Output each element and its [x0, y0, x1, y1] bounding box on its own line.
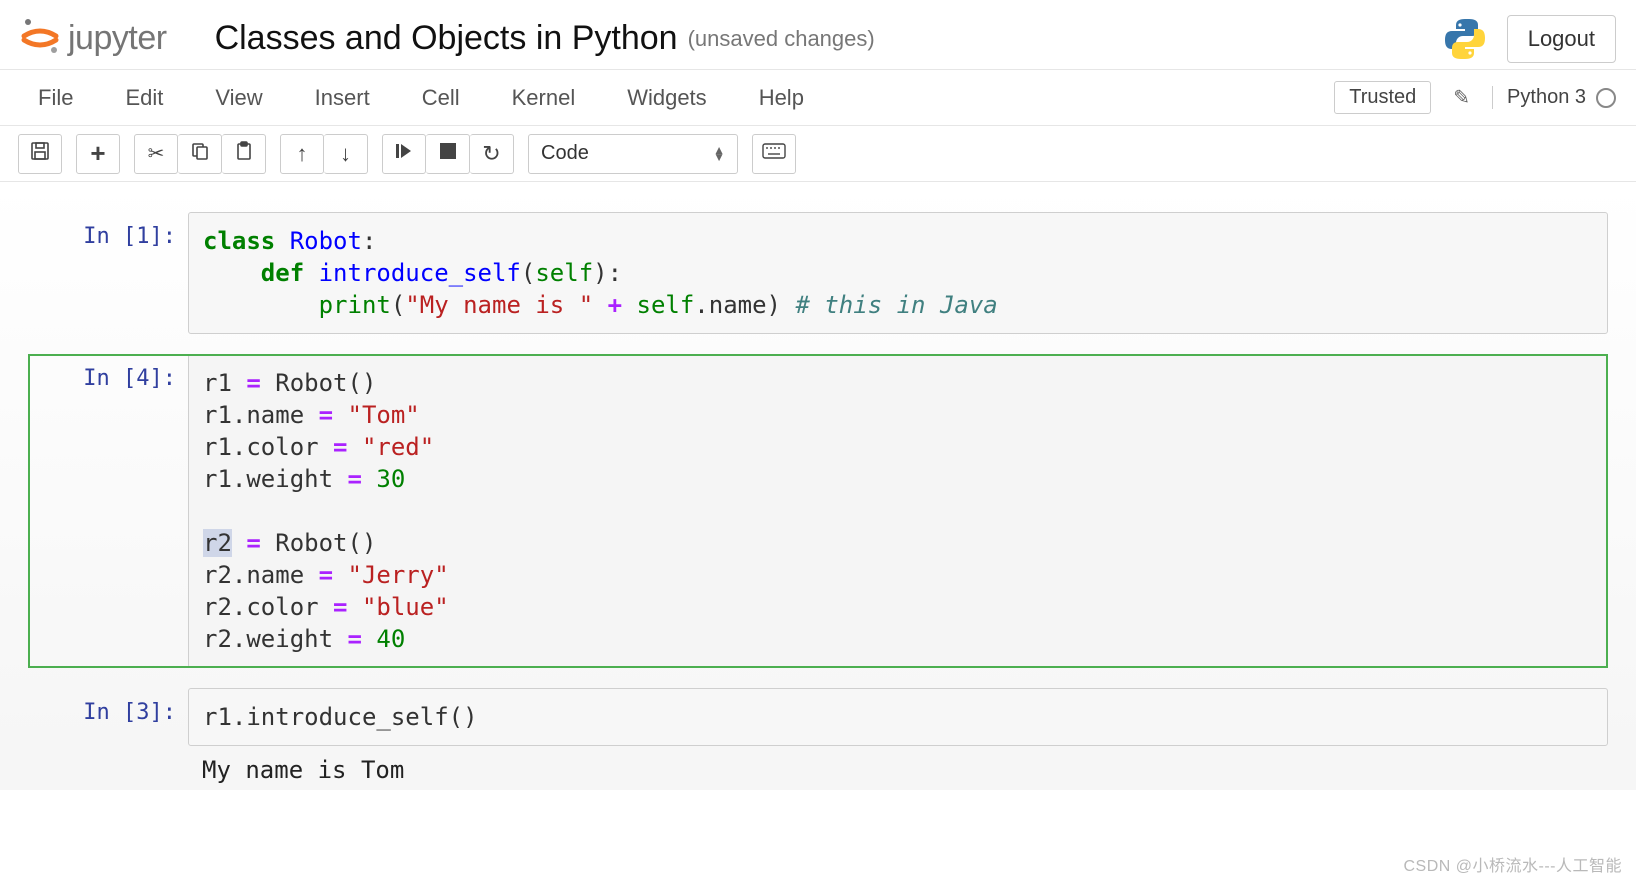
toolbar: + ✂ ↑ ↓ ↻ Code ▲▼: [0, 126, 1636, 182]
logout-button[interactable]: Logout: [1507, 15, 1616, 63]
menu-edit[interactable]: Edit: [99, 70, 189, 125]
menu-cell[interactable]: Cell: [396, 70, 486, 125]
arrow-up-icon: ↑: [297, 141, 308, 167]
code-cell[interactable]: In [3]: r1.introduce_self(): [28, 688, 1608, 746]
run-icon: [395, 142, 413, 166]
kernel-indicator[interactable]: Python 3: [1492, 86, 1616, 109]
stdout-text: My name is Tom: [188, 750, 1608, 790]
paste-button[interactable]: [222, 134, 266, 174]
kernel-status-icon: [1596, 88, 1616, 108]
input-prompt: In [1]:: [28, 212, 188, 334]
input-prompt: In [4]:: [28, 354, 188, 668]
code-input[interactable]: r1.introduce_self(): [188, 688, 1608, 746]
interrupt-button[interactable]: [426, 134, 470, 174]
copy-icon: [190, 141, 210, 167]
trusted-indicator[interactable]: Trusted: [1334, 81, 1431, 114]
stop-icon: [440, 142, 456, 165]
move-up-button[interactable]: ↑: [280, 134, 324, 174]
output-area: My name is Tom: [28, 750, 1608, 790]
python-logo-icon: [1443, 17, 1487, 61]
menubar: File Edit View Insert Cell Kernel Widget…: [0, 70, 1636, 126]
save-status: (unsaved changes): [688, 26, 875, 52]
code-input[interactable]: r1 = Robot() r1.name = "Tom" r1.color = …: [188, 354, 1608, 668]
jupyter-logo-text: jupyter: [68, 19, 167, 58]
copy-button[interactable]: [178, 134, 222, 174]
paste-icon: [234, 141, 254, 167]
code-cell[interactable]: In [4]: r1 = Robot() r1.name = "Tom" r1.…: [28, 354, 1608, 668]
jupyter-logo[interactable]: jupyter: [20, 14, 167, 63]
cell-type-select[interactable]: Code ▲▼: [528, 134, 738, 174]
menu-file[interactable]: File: [12, 70, 99, 125]
command-palette-button[interactable]: [752, 134, 796, 174]
jupyter-planet-icon: [20, 14, 60, 63]
input-prompt: In [3]:: [28, 688, 188, 746]
watermark: CSDN @小桥流水---人工智能: [1403, 852, 1622, 876]
menu-help[interactable]: Help: [733, 70, 830, 125]
menu-kernel[interactable]: Kernel: [486, 70, 602, 125]
scissors-icon: ✂: [148, 141, 165, 166]
save-button[interactable]: [18, 134, 62, 174]
notebook-container: In [1]: class Robot: def introduce_self(…: [0, 182, 1636, 790]
code-cell[interactable]: In [1]: class Robot: def introduce_self(…: [28, 212, 1608, 334]
save-icon: [30, 141, 50, 167]
restart-button[interactable]: ↻: [470, 134, 514, 174]
cell-type-value: Code: [541, 142, 589, 165]
add-cell-button[interactable]: +: [76, 134, 120, 174]
kernel-name: Python 3: [1507, 86, 1586, 109]
code-cell-with-output: In [3]: r1.introduce_self() My name is T…: [28, 688, 1608, 790]
menu-widgets[interactable]: Widgets: [601, 70, 732, 125]
move-down-button[interactable]: ↓: [324, 134, 368, 174]
keyboard-icon: [762, 142, 786, 165]
menu-view[interactable]: View: [189, 70, 288, 125]
restart-icon: ↻: [482, 141, 500, 167]
code-input[interactable]: class Robot: def introduce_self(self): p…: [188, 212, 1608, 334]
cut-button[interactable]: ✂: [134, 134, 178, 174]
notebook-title[interactable]: Classes and Objects in Python: [215, 19, 678, 58]
select-caret-icon: ▲▼: [713, 147, 725, 161]
run-button[interactable]: [382, 134, 426, 174]
header: jupyter Classes and Objects in Python (u…: [0, 0, 1636, 70]
plus-icon: +: [90, 138, 105, 169]
menu-insert[interactable]: Insert: [289, 70, 396, 125]
arrow-down-icon: ↓: [340, 141, 351, 167]
edit-mode-icon[interactable]: ✎: [1445, 85, 1478, 110]
